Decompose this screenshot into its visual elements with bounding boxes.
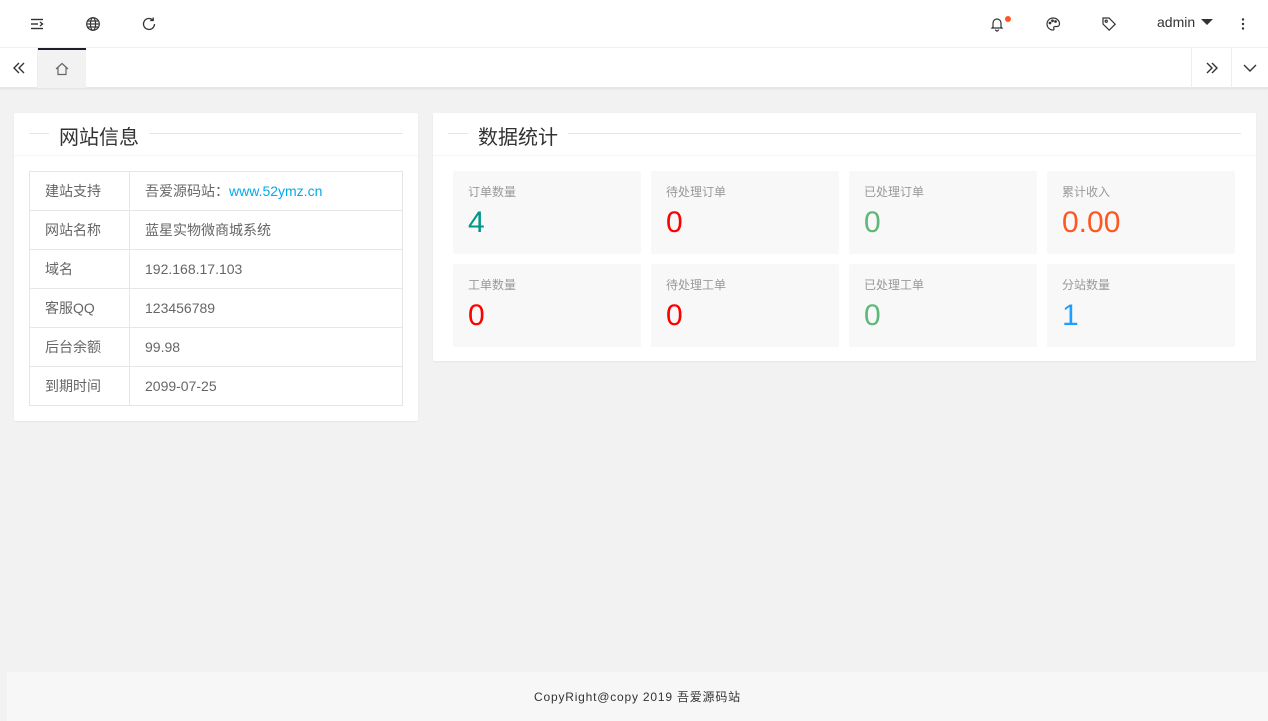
stat-label: 待处理工单 [666,278,727,292]
row-label: 网站名称 [29,210,130,250]
menu-toggle-icon[interactable] [25,12,49,36]
stat-value: 0 [666,299,683,332]
stat-processed-orders: 已处理订单 0 [849,171,1037,254]
palette-icon[interactable] [1041,12,1065,36]
stat-label: 已处理工单 [864,278,925,292]
bell-icon[interactable] [985,12,1011,36]
stat-value: 1 [1062,299,1079,332]
site-info-header: 网站信息 [14,113,418,156]
site-info-card: 网站信息 建站支持 吾爱源码站：www.52ymz.cn 网站名称 蓝星实物微商… [14,113,418,421]
row-value: 吾爱源码站：www.52ymz.cn [129,171,403,211]
support-prefix: 吾爱源码站： [145,183,229,199]
tab-home[interactable] [38,48,86,88]
stat-value: 0 [468,299,485,332]
table-row: 客服QQ 123456789 [29,288,403,328]
stat-label: 待处理订单 [666,185,727,199]
table-row: 后台余额 99.98 [29,327,403,367]
tab-scroll-right-icon[interactable] [1191,48,1231,88]
row-value: 192.168.17.103 [129,249,403,289]
table-row: 域名 192.168.17.103 [29,249,403,289]
more-vertical-icon[interactable] [1231,12,1255,36]
row-value: 2099-07-25 [129,366,403,406]
stat-pending-orders: 待处理订单 0 [651,171,839,254]
table-row: 建站支持 吾爱源码站：www.52ymz.cn [29,171,403,211]
stat-label: 订单数量 [468,185,517,199]
stat-label: 分站数量 [1062,278,1111,292]
stat-total-income: 累计收入 0.00 [1047,171,1235,254]
stat-value: 0 [666,206,683,239]
notification-dot [1005,16,1011,22]
stat-substation-count: 分站数量 1 [1047,264,1235,347]
stat-pending-tickets: 待处理工单 0 [651,264,839,347]
tag-icon[interactable] [1097,12,1121,36]
refresh-icon[interactable] [137,12,161,36]
stat-order-count: 订单数量 4 [453,171,641,254]
site-info-title: 网站信息 [49,121,149,150]
table-row: 到期时间 2099-07-25 [29,366,403,406]
row-label: 建站支持 [29,171,130,211]
row-value: 99.98 [129,327,403,367]
footer: CopyRight@copy 2019 吾爱源码站 [7,672,1268,721]
tab-scroll-left-icon[interactable] [0,48,38,88]
table-row: 网站名称 蓝星实物微商城系统 [29,210,403,250]
stat-value: 0 [864,206,881,239]
site-info-table: 建站支持 吾爱源码站：www.52ymz.cn 网站名称 蓝星实物微商城系统 域… [29,171,403,406]
stat-value: 0 [864,299,881,332]
stats-title: 数据统计 [468,121,568,150]
stats-card: 数据统计 订单数量 4 待处理订单 0 已处理订单 0 累计收入 0.00 工单数量 0 … [433,113,1256,361]
row-value: 蓝星实物微商城系统 [129,210,403,250]
globe-icon[interactable] [81,12,105,36]
top-header: admin [0,0,1268,48]
support-link[interactable]: www.52ymz.cn [229,183,322,199]
stat-label: 工单数量 [468,278,517,292]
user-menu[interactable]: admin [1157,14,1214,30]
stat-label: 累计收入 [1062,185,1111,199]
row-label: 到期时间 [29,366,130,406]
stat-processed-tickets: 已处理工单 0 [849,264,1037,347]
stats-grid: 订单数量 4 待处理订单 0 已处理订单 0 累计收入 0.00 工单数量 0 待处理工单… [453,171,1237,347]
tab-menu-chevron-down-icon[interactable] [1231,48,1268,88]
stat-value: 0.00 [1062,206,1121,239]
row-label: 域名 [29,249,130,289]
stats-header: 数据统计 [433,113,1256,156]
footer-copyright: CopyRight@copy 2019 吾爱源码站 [534,690,741,704]
stat-ticket-count: 工单数量 0 [453,264,641,347]
user-name: admin [1157,14,1196,30]
row-label: 后台余额 [29,327,130,367]
row-label: 客服QQ [29,288,130,328]
tab-bar [0,48,1268,88]
stat-value: 4 [468,206,485,239]
row-value: 123456789 [129,288,403,328]
stat-label: 已处理订单 [864,185,925,199]
caret-down-icon [1201,19,1214,25]
home-icon [55,62,69,76]
